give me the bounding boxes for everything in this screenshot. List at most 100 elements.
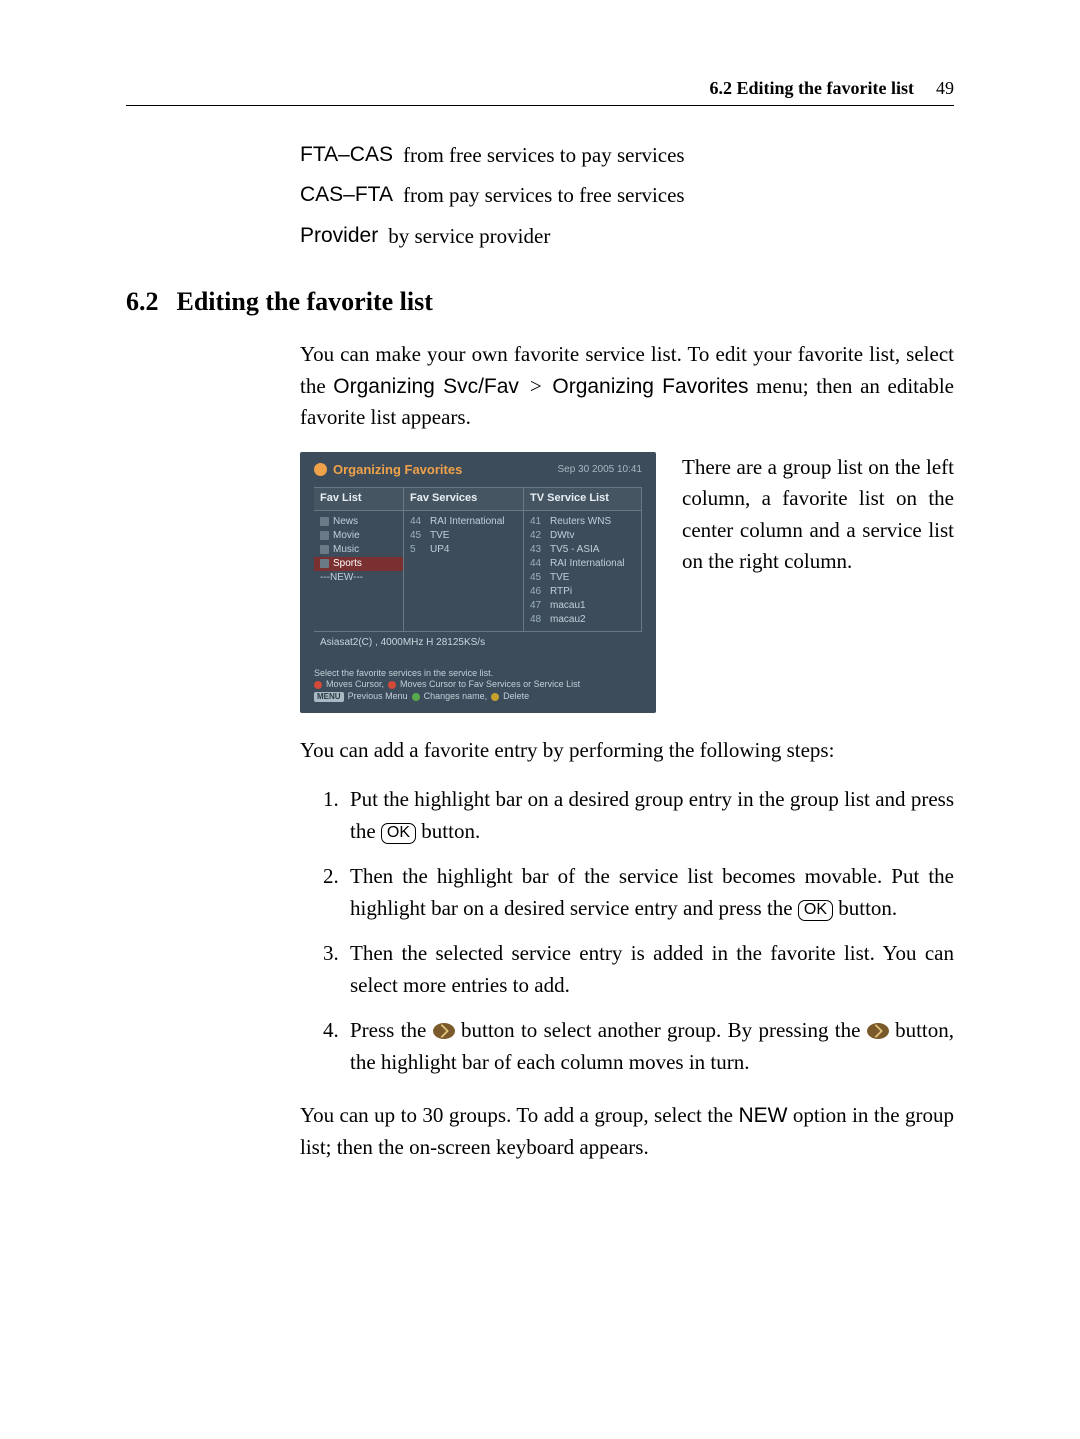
square-icon xyxy=(320,531,329,540)
service-name: RTPi xyxy=(550,586,572,598)
organizing-favorites-screenshot: Organizing Favorites Sep 30 2005 10:41 F… xyxy=(300,452,656,713)
fav-list-item[interactable]: News xyxy=(314,515,403,529)
final-paragraph: You can up to 30 groups. To add a group,… xyxy=(300,1100,954,1163)
page-number: 49 xyxy=(936,78,954,99)
footer-line-1: Select the favorite services in the serv… xyxy=(314,668,642,680)
step-item: Then the selected service entry is added… xyxy=(344,938,954,1001)
service-name: RAI International xyxy=(430,516,505,528)
service-number: 45 xyxy=(410,530,426,542)
screenshot-title-text: Organizing Favorites xyxy=(333,462,462,478)
column-header-tv-service-list: TV Service List xyxy=(524,488,642,510)
fav-list-item-selected[interactable]: Sports xyxy=(314,557,403,571)
star-icon xyxy=(314,463,327,476)
tv-service-item[interactable]: 44RAI International xyxy=(524,557,641,571)
fav-service-item[interactable]: 45 TVE xyxy=(404,529,523,543)
tv-service-item[interactable]: 41 Reuters WNS xyxy=(524,515,641,529)
service-name: DWtv xyxy=(550,530,574,542)
service-number: 44 xyxy=(530,558,546,570)
tv-service-item[interactable]: 42DWtv xyxy=(524,529,641,543)
page: 6.2 Editing the favorite list 49 FTA–CAS… xyxy=(0,0,1080,1439)
definition-term: FTA–CAS xyxy=(300,140,393,170)
tv-service-item[interactable]: 46 RTPi xyxy=(524,585,641,599)
footer-text: Moves Cursor, xyxy=(326,679,384,691)
service-name: Reuters WNS xyxy=(550,516,611,528)
fav-service-item[interactable]: 44 RAI International xyxy=(404,515,523,529)
screenshot-title: Organizing Favorites xyxy=(314,462,462,478)
running-head: 6.2 Editing the favorite list 49 xyxy=(126,78,954,105)
fav-service-item[interactable]: 5UP4 xyxy=(404,543,523,557)
service-name: macau1 xyxy=(550,600,586,612)
body-column: You can make your own favorite service l… xyxy=(300,339,954,1163)
fav-list-item[interactable]: Music xyxy=(314,543,403,557)
service-number: 43 xyxy=(530,544,546,556)
definition-term: Provider xyxy=(300,221,378,251)
column-header-fav-services: Fav Services xyxy=(404,488,524,510)
figure-side-paragraph: There are a group list on the left colum… xyxy=(682,452,954,578)
service-number: 45 xyxy=(530,572,546,584)
running-head-section: 6.2 Editing the favorite list xyxy=(710,78,915,99)
tv-service-item[interactable]: 48macau2 xyxy=(524,613,641,627)
menu-path-part: Organizing Favorites xyxy=(552,375,748,398)
fav-list-label: Movie xyxy=(333,530,360,542)
section-heading: 6.2 Editing the favorite list xyxy=(126,287,954,317)
service-name: TV5 - ASIA xyxy=(550,544,599,556)
footer-text: Moves Cursor to Fav Services or Service … xyxy=(400,679,580,691)
square-icon xyxy=(320,559,329,568)
screenshot-footer: Select the favorite services in the serv… xyxy=(300,662,656,713)
definition-desc: from free services to pay services xyxy=(403,140,685,170)
fav-list-label: ---NEW--- xyxy=(320,572,363,584)
service-number: 46 xyxy=(530,586,546,598)
oval-remote-button-icon xyxy=(867,1023,889,1039)
column-header-fav-list: Fav List xyxy=(314,488,404,510)
fav-list-item-new[interactable]: ---NEW--- xyxy=(314,571,403,585)
tv-service-item[interactable]: 45 TVE xyxy=(524,571,641,585)
definition-list: FTA–CAS from free services to pay servic… xyxy=(300,140,954,251)
definition-term: CAS–FTA xyxy=(300,180,393,210)
screenshot-title-bar: Organizing Favorites Sep 30 2005 10:41 xyxy=(314,462,642,478)
screenshot-status-line: Asiasat2(C) , 4000MHz H 28125KS/s xyxy=(314,631,642,654)
steps-intro-paragraph: You can add a favorite entry by performi… xyxy=(300,735,954,767)
figure-with-side-text: Organizing Favorites Sep 30 2005 10:41 F… xyxy=(300,452,954,713)
fav-list-label: News xyxy=(333,516,358,528)
steps-list: Put the highlight bar on a desired group… xyxy=(300,784,954,1078)
service-number: 44 xyxy=(410,516,426,528)
tv-service-item[interactable]: 43 TV5 - ASIA xyxy=(524,543,641,557)
step-item: Put the highlight bar on a desired group… xyxy=(344,784,954,847)
yellow-dot-icon xyxy=(491,693,499,701)
footer-line-3: MENU Previous Menu Changes name, Delete xyxy=(314,691,642,703)
definition-desc: by service provider xyxy=(388,221,550,251)
red-dot-icon xyxy=(388,681,396,689)
footer-text: Previous Menu xyxy=(348,691,408,703)
new-option-label: NEW xyxy=(738,1104,787,1127)
ok-key-icon: OK xyxy=(798,900,833,921)
step-item: Then the highlight bar of the service li… xyxy=(344,861,954,924)
screenshot-grid: Fav List Fav Services TV Service List Ne… xyxy=(314,487,642,653)
fav-list-column: News Movie Music Sports ---NEW--- xyxy=(314,511,404,631)
service-name: macau2 xyxy=(550,614,586,626)
square-icon xyxy=(320,545,329,554)
text: button. xyxy=(833,896,897,920)
fav-list-label: Music xyxy=(333,544,359,556)
service-number: 47 xyxy=(530,600,546,612)
text: You can up to 30 groups. To add a group,… xyxy=(300,1103,738,1127)
section-title: Editing the favorite list xyxy=(177,287,433,317)
fav-list-item[interactable]: Movie xyxy=(314,529,403,543)
tv-service-list-column: 41 Reuters WNS 42DWtv 43 TV5 - ASIA 44RAI … xyxy=(524,511,642,631)
step-item: Press the button to select another group… xyxy=(344,1015,954,1078)
service-name: TVE xyxy=(430,530,449,542)
definition-row: CAS–FTA from pay services to free servic… xyxy=(300,180,954,210)
service-number: 41 xyxy=(530,516,546,528)
ok-key-icon: OK xyxy=(381,823,416,844)
service-name: TVE xyxy=(550,572,569,584)
tv-service-item[interactable]: 47 macau1 xyxy=(524,599,641,613)
definition-row: FTA–CAS from free services to pay servic… xyxy=(300,140,954,170)
text: Then the selected service entry is added… xyxy=(350,941,954,997)
section-number: 6.2 xyxy=(126,287,159,317)
menu-path-part: Organizing Svc/Fav xyxy=(333,375,519,398)
definition-row: Provider by service provider xyxy=(300,221,954,251)
red-dot-icon xyxy=(314,681,322,689)
text: button to select another group. By press… xyxy=(455,1018,867,1042)
text: Press the xyxy=(350,1018,433,1042)
menu-key-badge: MENU xyxy=(314,692,344,702)
green-dot-icon xyxy=(412,693,420,701)
